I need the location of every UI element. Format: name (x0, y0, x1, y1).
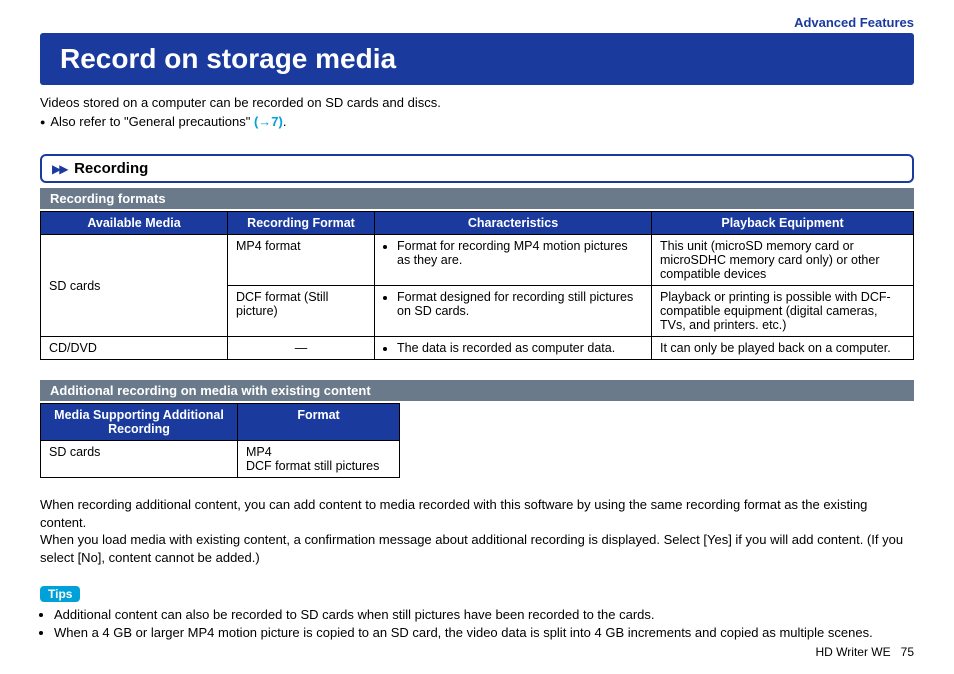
section-title: Recording (74, 160, 148, 177)
cell-media: SD cards (41, 235, 228, 337)
section-label: Advanced Features (40, 15, 914, 30)
cell-char: The data is recorded as computer data. (375, 337, 652, 360)
tips-item: Additional content can also be recorded … (54, 606, 914, 624)
cell-format: MP4 format (228, 235, 375, 286)
table-recording-formats: Available Media Recording Format Charact… (40, 211, 914, 360)
section-frame-recording: ▶▶ Recording (40, 154, 914, 183)
tips-item: When a 4 GB or larger MP4 motion picture… (54, 624, 914, 642)
table-additional: Media Supporting Additional Recording Fo… (40, 403, 400, 478)
subheader-additional: Additional recording on media with exist… (40, 380, 914, 401)
table-row: SD cards MP4 DCF format still pictures (41, 441, 400, 478)
cell-char: Format designed for recording still pict… (375, 286, 652, 337)
table-row: SD cards MP4 format Format for recording… (41, 235, 914, 286)
cell-format: DCF format (Still picture) (228, 286, 375, 337)
cell-format2: MP4 DCF format still pictures (238, 441, 400, 478)
th-media: Available Media (41, 212, 228, 235)
th-playback: Playback Equipment (652, 212, 914, 235)
para-line1: When recording additional content, you c… (40, 496, 914, 531)
cell-format: — (228, 337, 375, 360)
th-media2: Media Supporting Additional Recording (41, 404, 238, 441)
page-ref-link[interactable]: (→7) (254, 114, 283, 129)
intro-line2: Also refer to "General precautions" (→7)… (40, 114, 914, 129)
table-row: CD/DVD — The data is recorded as compute… (41, 337, 914, 360)
th-format2: Format (238, 404, 400, 441)
cell-char: Format for recording MP4 motion pictures… (375, 235, 652, 286)
subheader-formats: Recording formats (40, 188, 914, 209)
footer-page: 75 (901, 645, 914, 659)
para-line2: When you load media with existing conten… (40, 531, 914, 566)
tips-badge: Tips (40, 586, 80, 602)
cell-media2: SD cards (41, 441, 238, 478)
intro-line1: Videos stored on a computer can be recor… (40, 95, 914, 110)
cell-playback: It can only be played back on a computer… (652, 337, 914, 360)
cell-playback: This unit (microSD memory card or microS… (652, 235, 914, 286)
intro-text: Videos stored on a computer can be recor… (40, 95, 914, 129)
paragraph-block: When recording additional content, you c… (40, 496, 914, 566)
arrow-icon: ▶▶ (52, 162, 66, 176)
footer-product: HD Writer WE (816, 645, 891, 659)
th-char: Characteristics (375, 212, 652, 235)
cell-media: CD/DVD (41, 337, 228, 360)
footer: HD Writer WE 75 (40, 645, 914, 659)
tips-list: Additional content can also be recorded … (40, 606, 914, 641)
th-format: Recording Format (228, 212, 375, 235)
page-title: Record on storage media (40, 33, 914, 85)
cell-playback: Playback or printing is possible with DC… (652, 286, 914, 337)
